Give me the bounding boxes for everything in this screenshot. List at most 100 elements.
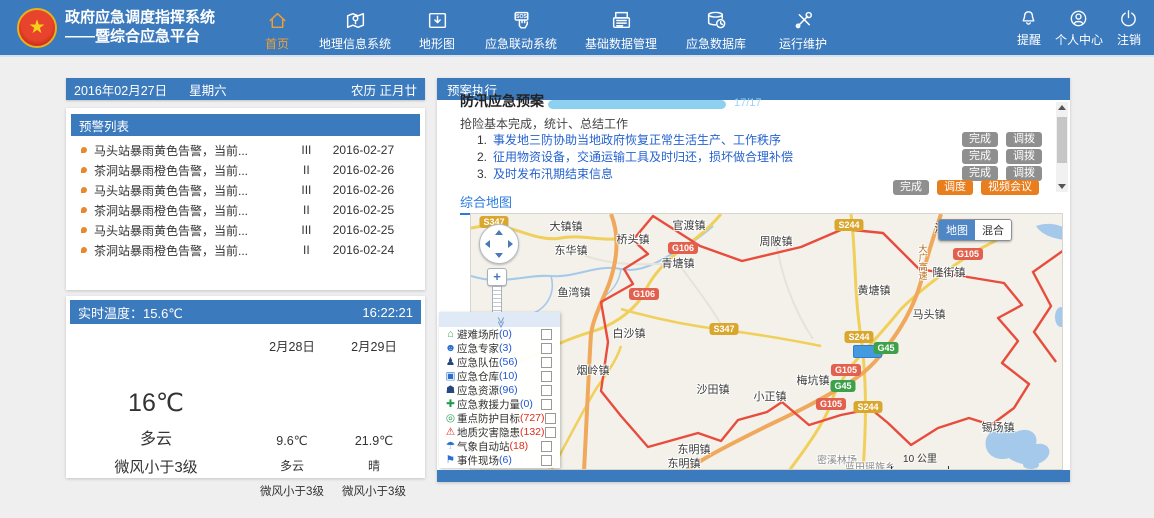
warning-marker-icon xyxy=(81,167,87,173)
zoom-in-button[interactable]: + xyxy=(487,268,507,286)
task-allocate-button[interactable]: 调拨 xyxy=(1006,166,1042,181)
legend-item[interactable]: ▣ 应急仓库 (10) xyxy=(439,369,560,383)
scroll-down-arrow-icon[interactable] xyxy=(1058,184,1066,189)
plan-progress-bar xyxy=(548,100,726,109)
today-temp: 16℃ xyxy=(86,388,226,418)
legend-item[interactable]: ⚑ 事件现场 (6) xyxy=(439,453,560,467)
task-text[interactable]: 事发地三防协助当地政府恢复正常生活生产、工作秩序 xyxy=(493,131,913,148)
calendar-date: 2016年02月27日 xyxy=(74,80,167,99)
task-text[interactable]: 及时发布汛期结束信息 xyxy=(493,165,913,182)
nav-item-gis[interactable]: 地理信息系统 xyxy=(307,3,403,52)
app-title: 政府应急调度指挥系统 ——暨综合应急平台 xyxy=(65,9,215,47)
warning-row[interactable]: 马头站暴雨黄色告警，当前... III 2016-02-27 xyxy=(71,140,420,160)
bell-icon xyxy=(1018,8,1039,29)
scroll-up-arrow-icon[interactable] xyxy=(1058,105,1066,110)
map-scale: 10 公里 xyxy=(891,450,949,470)
map-type-hybrid-button[interactable]: 混合 xyxy=(975,220,1011,240)
notifications-button[interactable]: 提醒 xyxy=(1010,0,1048,48)
warning-marker-icon xyxy=(81,207,87,213)
legend-item-checkbox[interactable] xyxy=(545,427,556,438)
legend-item[interactable]: ♟ 应急队伍 (56) xyxy=(439,355,560,369)
nav-item-emergency-linkage[interactable]: SOS 应急联动系统 xyxy=(471,3,571,52)
legend-item[interactable]: ✚ 应急救援力量 (0) xyxy=(439,397,560,411)
warning-text: 马头站暴雨黄色告警，当前... xyxy=(94,222,286,239)
tab-integrated-map[interactable]: 综合地图 xyxy=(460,192,512,215)
progress-label: 17/17 xyxy=(734,97,762,109)
forecast-wind: 微风小于3级 xyxy=(333,483,415,499)
nav-label: 运行维护 xyxy=(779,35,827,52)
profile-button[interactable]: 个人中心 xyxy=(1048,0,1110,48)
warning-row[interactable]: 茶洞站暴雨橙色告警，当前... II 2016-02-25 xyxy=(71,200,420,220)
maintenance-icon xyxy=(792,9,815,32)
warning-row[interactable]: 马头站暴雨黄色告警，当前... III 2016-02-25 xyxy=(71,220,420,240)
map-type-map-button[interactable]: 地图 xyxy=(939,220,975,240)
legend-item[interactable]: ⚠ 地质灾害隐患 (132) xyxy=(439,425,560,439)
task-allocate-button[interactable]: 调拨 xyxy=(1006,132,1042,147)
legend-item-count: (0) xyxy=(499,328,512,340)
warning-row[interactable]: 茶洞站暴雨橙色告警，当前... II 2016-02-24 xyxy=(71,240,420,260)
warning-level: III xyxy=(286,183,327,197)
task-done-button[interactable]: 完成 xyxy=(962,149,998,164)
legend-item[interactable]: ⌂ 避难场所 (0) xyxy=(439,327,560,341)
legend-item[interactable]: ◎ 重点防护目标 (727) xyxy=(439,411,560,425)
legend-collapse-header[interactable]: ≫ xyxy=(439,312,560,327)
nav-item-base-data[interactable]: 基础数据管理 xyxy=(571,3,671,52)
legend-item-label: 重点防护目标 xyxy=(457,411,520,426)
pan-east-icon[interactable] xyxy=(508,240,513,248)
legend-item-icon: ☗ xyxy=(444,383,457,397)
legend-item-checkbox[interactable] xyxy=(541,399,552,410)
legend-item[interactable]: ☻ 应急专家 (3) xyxy=(439,341,560,355)
legend-item-count: (10) xyxy=(499,370,518,382)
task-done-button[interactable]: 完成 xyxy=(962,166,998,181)
nav-item-emergency-db[interactable]: 应急数据库 xyxy=(671,3,761,52)
legend-item-checkbox[interactable] xyxy=(541,441,552,452)
svg-text:SOS: SOS xyxy=(516,14,528,20)
legend-item[interactable]: ☂ 气象自动站 (18) xyxy=(439,439,560,453)
plan-scrollbar[interactable] xyxy=(1056,102,1068,192)
road-badge: G45 xyxy=(830,380,855,392)
map-pan-control[interactable] xyxy=(479,224,519,264)
legend-item[interactable]: ☗ 应急资源 (96) xyxy=(439,383,560,397)
pan-north-icon[interactable] xyxy=(495,230,503,235)
weather-today: 16℃ 多云 微风小于3级 xyxy=(86,388,226,477)
legend-item-checkbox[interactable] xyxy=(541,357,552,368)
done-button[interactable]: 完成 xyxy=(893,180,929,195)
warning-row[interactable]: 茶洞站暴雨橙色告警，当前... II 2016-02-26 xyxy=(71,160,420,180)
task-allocate-button[interactable]: 调拨 xyxy=(1006,149,1042,164)
road-badge: G106 xyxy=(668,242,698,254)
legend-item-icon: ♟ xyxy=(444,355,457,369)
plan-task-row: 2. 征用物资设备，交通运输工具及时归还，损坏做合理补偿 完成 调拨 xyxy=(477,148,1050,165)
legend-item-checkbox[interactable] xyxy=(545,413,556,424)
legend-item-checkbox[interactable] xyxy=(541,343,552,354)
task-done-button[interactable]: 完成 xyxy=(962,132,998,147)
legend-item-checkbox[interactable] xyxy=(541,385,552,396)
warning-text: 马头站暴雨黄色告警，当前... xyxy=(94,182,286,199)
video-conference-button[interactable]: 视频会议 xyxy=(981,180,1039,195)
scrollbar-thumb[interactable] xyxy=(1057,117,1067,163)
road-badge: S347 xyxy=(709,323,738,335)
warning-panel-title: 预警列表 xyxy=(79,116,129,135)
warning-level: III xyxy=(286,143,327,157)
legend-list: ⌂ 避难场所 (0) ☻ 应急专家 (3) ♟ 应急队伍 (56) xyxy=(439,327,560,467)
legend-item-checkbox[interactable] xyxy=(541,329,552,340)
nav-item-terrain-map[interactable]: 地形图 xyxy=(403,3,471,52)
logout-button[interactable]: 注销 xyxy=(1110,0,1148,48)
logout-icon xyxy=(1118,8,1139,29)
warning-level: II xyxy=(286,163,327,177)
pan-south-icon[interactable] xyxy=(495,253,503,258)
nav-item-home[interactable]: 首页 xyxy=(247,3,307,52)
task-text[interactable]: 征用物资设备，交通运输工具及时归还，损坏做合理补偿 xyxy=(493,148,913,165)
legend-item-icon: ⚑ xyxy=(444,453,457,467)
legend-item-checkbox[interactable] xyxy=(541,455,552,466)
today-condition: 多云 xyxy=(86,425,226,449)
warning-row[interactable]: 马头站暴雨黄色告警，当前... III 2016-02-26 xyxy=(71,180,420,200)
plan-name: 防汛应急预案 xyxy=(460,91,544,111)
pan-west-icon[interactable] xyxy=(485,240,490,248)
nav-item-maintenance[interactable]: 运行维护 xyxy=(761,3,845,52)
dispatch-button[interactable]: 调度 xyxy=(937,180,973,195)
legend-item-checkbox[interactable] xyxy=(541,371,552,382)
plan-task-row: 1. 事发地三防协助当地政府恢复正常生活生产、工作秩序 完成 调拨 xyxy=(477,131,1050,148)
user-item-label: 个人中心 xyxy=(1055,31,1103,48)
warning-list-panel: 预警列表 马头站暴雨黄色告警，当前... III 2016-02-27 茶洞站暴… xyxy=(66,108,425,290)
legend-item-icon: ⌂ xyxy=(444,327,457,341)
